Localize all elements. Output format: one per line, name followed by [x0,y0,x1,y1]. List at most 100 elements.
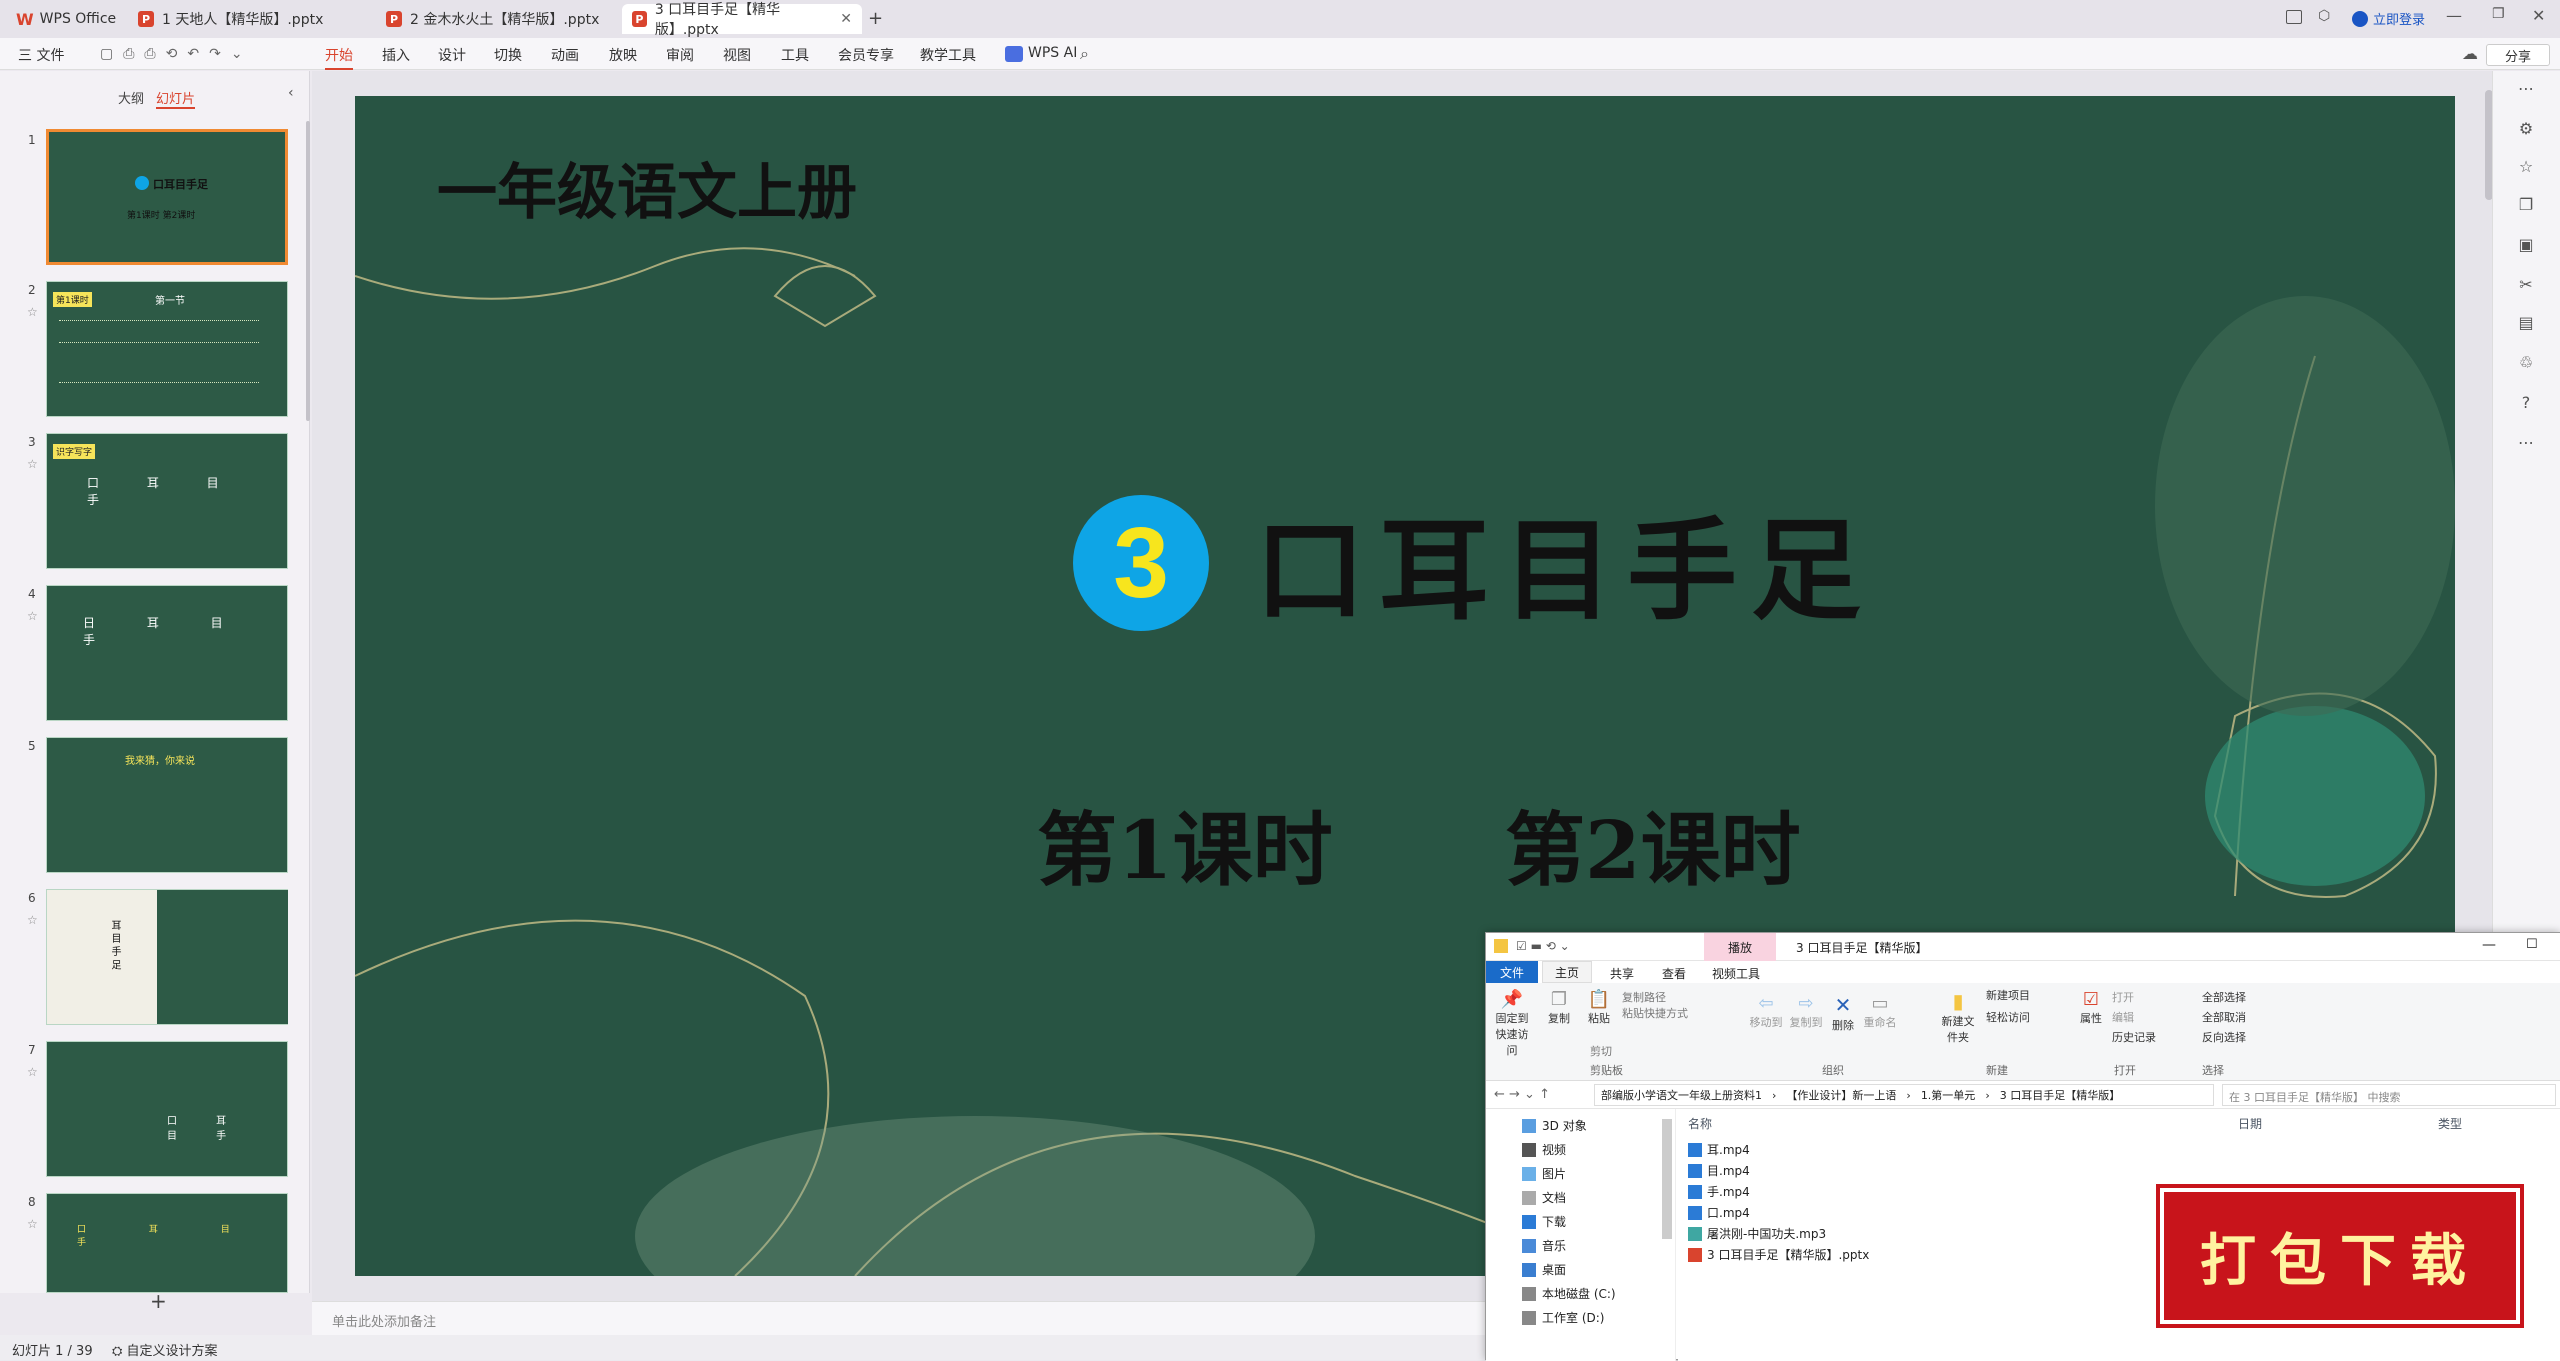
nav-videos[interactable]: 视频 [1522,1141,1566,1158]
menu-member[interactable]: 会员专享 [838,45,894,65]
copy-to-button[interactable]: ⇨ 复制到 [1788,993,1824,1030]
menu-home[interactable]: 开始 [325,45,353,70]
close-icon[interactable]: ✕ [840,11,852,27]
nav-3d-objects[interactable]: 3D 对象 [1522,1117,1587,1134]
nav-pictures[interactable]: 图片 [1522,1165,1566,1182]
paste-button[interactable]: 📋 粘贴 [1582,989,1616,1026]
tab-doc-1[interactable]: P 1 天地人【精华版】.pptx [128,4,368,34]
nav-music[interactable]: 音乐 [1522,1237,1566,1254]
path-segment[interactable]: 部编版小学语文一年级上册资料1 [1601,1087,1762,1103]
help-icon[interactable]: ? [2515,393,2537,415]
star-icon[interactable]: ☆ [2515,157,2537,179]
file-row[interactable]: 屠洪刚-中国功夫.mp3 [1688,1225,1826,1242]
ribbon-tab-video-tools[interactable]: 视频工具 [1712,965,1760,982]
share-button[interactable]: 分享 [2486,44,2550,66]
nav-desktop[interactable]: 桌面 [1522,1261,1566,1278]
select-none-button[interactable]: 全部取消 [2202,1009,2246,1025]
copy-button[interactable]: ❐ 复制 [1542,989,1576,1026]
paste-shortcut-button[interactable]: 粘贴快捷方式 [1622,1005,1688,1021]
menu-insert[interactable]: 插入 [382,45,410,65]
slide-thumb-1[interactable]: 口耳目手足 第1课时 第2课时 [46,129,288,265]
easy-access-button[interactable]: 轻松访问 [1986,1009,2030,1025]
nav-drive-c[interactable]: 本地磁盘 (C:) [1522,1285,1616,1302]
ribbon-tab-home[interactable]: 主页 [1542,961,1592,983]
login-button[interactable]: 立即登录 [2352,9,2425,28]
menu-design[interactable]: 设计 [438,45,466,65]
maximize-icon[interactable]: ☐ [2526,937,2538,952]
panel-scrollbar[interactable] [306,121,310,421]
nav-drive-d[interactable]: 工作室 (D:) [1522,1309,1604,1326]
new-item-button[interactable]: 新建项目 [1986,987,2030,1003]
window-icon[interactable] [2286,10,2302,24]
star-icon[interactable]: ☆ [27,305,38,319]
star-icon[interactable]: ☆ [27,1065,38,1079]
image-icon[interactable]: ▣ [2515,235,2537,257]
close-window-icon[interactable]: ✕ [2532,6,2545,25]
minimize-icon[interactable]: — [2446,6,2462,25]
menu-tools[interactable]: 工具 [781,45,809,65]
slide-thumb-5[interactable]: 我来猜，你来说 [46,737,288,873]
pin-quick-access-button[interactable]: 📌 固定到快速访问 [1492,989,1532,1058]
menu-animation[interactable]: 动画 [551,45,579,65]
path-segment[interactable]: 3 口耳目手足【精华版】 [2000,1087,2121,1103]
cube-icon[interactable]: ⬡ [2318,8,2330,24]
copy-icon[interactable]: ❐ [2515,195,2537,217]
tab-doc-2[interactable]: P 2 金木水火土【精华版】.pptx [376,4,616,34]
path-segment[interactable]: 【作业设计】新一上语 [1786,1087,1896,1103]
menu-slideshow[interactable]: 放映 [609,45,637,65]
menu-wps-ai[interactable]: WPS AI [1028,45,1077,61]
file-row[interactable]: 手.mp4 [1688,1183,1750,1200]
menu-teaching[interactable]: 教学工具 [920,45,976,65]
add-slide-button[interactable]: + [150,1289,167,1313]
tab-doc-3-active[interactable]: P 3 口耳目手足【精华版】.pptx ✕ [622,2,862,38]
tools-icon[interactable]: ✂ [2515,275,2537,297]
cloud-icon[interactable]: ☁ [2462,44,2478,63]
file-row[interactable]: 目.mp4 [1688,1162,1750,1179]
file-menu[interactable]: 三 文件 [18,45,64,65]
history-button[interactable]: 历史记录 [2112,1029,2156,1045]
copy-path-button[interactable]: 复制路径 [1622,989,1666,1005]
column-date[interactable]: 日期 [2238,1115,2262,1132]
nav-scrollbar[interactable] [1662,1119,1672,1239]
rename-button[interactable]: ▭ 重命名 [1862,993,1898,1030]
search-icon[interactable]: ⌕ [1080,44,1089,64]
more-icon[interactable]: ⋯ [2515,79,2537,101]
tab-slides[interactable]: 幻灯片 [156,88,196,109]
file-row[interactable]: 口.mp4 [1688,1204,1750,1221]
star-icon[interactable]: ☆ [27,609,38,623]
address-bar[interactable]: 部编版小学语文一年级上册资料1 › 【作业设计】新一上语 › 1.第一单元 › 3 口… [1594,1084,2214,1106]
menu-transition[interactable]: 切换 [494,45,522,65]
slide-thumb-7[interactable]: 口 耳 目 手 [46,1041,288,1177]
download-banner[interactable]: 打包下载 [2160,1188,2520,1324]
ribbon-tab-view[interactable]: 查看 [1662,965,1686,982]
wps-home-tab[interactable]: W WPS Office [6,4,126,34]
slide-thumb-8[interactable]: 口 耳 目 手 [46,1193,288,1293]
more-tools-icon[interactable]: ⋯ [2515,433,2537,455]
column-name[interactable]: 名称 [1688,1115,1712,1132]
restore-icon[interactable]: ❐ [2492,6,2505,22]
book-icon[interactable]: ▤ [2515,313,2537,335]
file-row[interactable]: 耳.mp4 [1688,1141,1750,1158]
menu-review[interactable]: 审阅 [666,45,694,65]
menu-view[interactable]: 视图 [723,45,751,65]
column-type[interactable]: 类型 [2438,1115,2462,1132]
play-context-tab[interactable]: 播放 [1704,933,1776,961]
star-icon[interactable]: ☆ [27,1217,38,1231]
nav-documents[interactable]: 文档 [1522,1189,1566,1206]
quick-access-toolbar[interactable]: ☑ ▬ ⟲ ⌄ [1516,939,1570,953]
edit-button[interactable]: 编辑 [2112,1009,2134,1025]
select-all-button[interactable]: 全部选择 [2202,989,2246,1005]
tab-outline[interactable]: 大纲 [118,88,144,107]
slide-thumb-6[interactable]: 耳 目 手 足 [46,889,288,1025]
slide-thumb-2[interactable]: 第1课时 第一节 [46,281,288,417]
star-icon[interactable]: ☆ [27,457,38,471]
nav-downloads[interactable]: 下载 [1522,1213,1566,1230]
nav-arrows[interactable]: ← → ⌄ ↑ [1494,1087,1550,1102]
settings-icon[interactable]: ⚙ [2515,119,2537,141]
new-tab-plus-icon[interactable]: + [868,8,883,29]
cut-button[interactable]: 剪切 [1590,1043,1612,1059]
design-scheme[interactable]: ⛭ 自定义设计方案 [112,1340,218,1359]
search-box[interactable]: 在 3 口耳目手足【精华版】 中搜索 [2222,1084,2556,1106]
properties-button[interactable]: ☑ 属性 [2074,989,2108,1026]
move-to-button[interactable]: ⇦ 移动到 [1748,993,1784,1030]
